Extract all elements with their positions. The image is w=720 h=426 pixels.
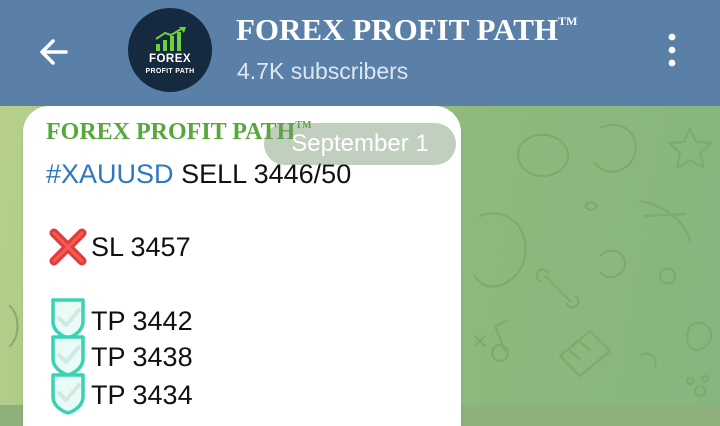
bar-chart-up-icon [155, 27, 186, 51]
message-title-text: FOREX PROFIT PATH [46, 119, 296, 145]
stop-loss-text: SL 3457 [91, 232, 191, 262]
date-separator: September 1 [264, 123, 456, 165]
take-profit-3: TP 3434 [91, 380, 193, 410]
check-shield-icon [51, 373, 85, 415]
channel-name: FOREX PROFIT PATH [236, 12, 559, 47]
cross-mark-icon [49, 228, 87, 266]
more-menu-button[interactable] [654, 24, 690, 76]
channel-header: FOREX PROFIT PATH FOREX PROFIT PATHTM 4.… [0, 0, 720, 106]
channel-title[interactable]: FOREX PROFIT PATHTM [236, 12, 636, 52]
take-profit-2: TP 3438 [91, 342, 193, 372]
take-profit-1: TP 3442 [91, 306, 193, 336]
hashtag-link[interactable]: #XAUUSD [46, 159, 174, 189]
arrow-left-icon [40, 39, 68, 65]
avatar-text-profit-path: PROFIT PATH [145, 68, 195, 75]
more-vertical-icon [668, 33, 676, 67]
back-button[interactable] [30, 30, 78, 74]
avatar-text-forex: FOREX [148, 53, 192, 65]
channel-avatar[interactable]: FOREX PROFIT PATH [128, 8, 212, 92]
subscriber-count: 4.7K subscribers [237, 58, 409, 84]
trademark-mark: TM [558, 14, 578, 28]
